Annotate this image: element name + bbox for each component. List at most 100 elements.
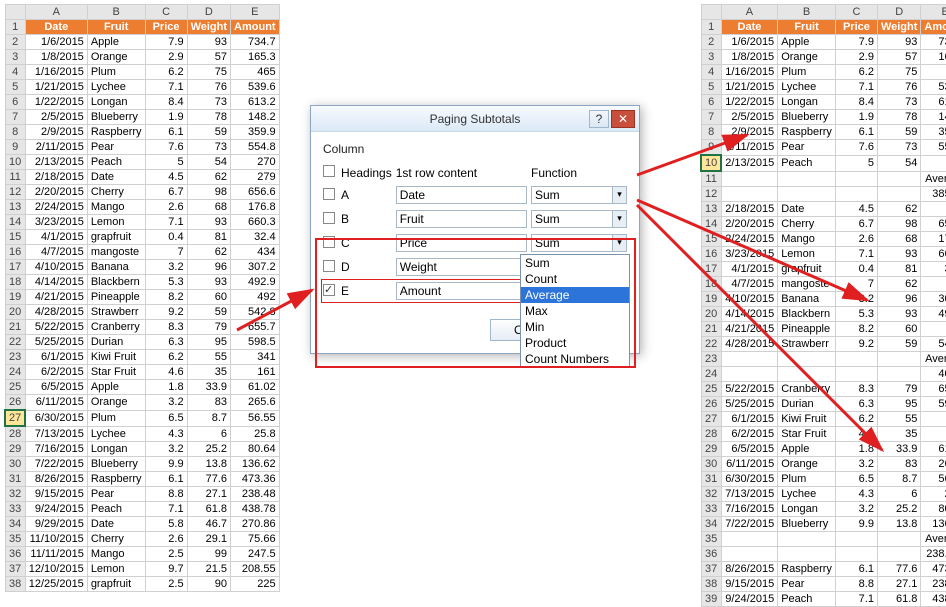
cell[interactable]: Cherry bbox=[778, 217, 836, 232]
cell[interactable]: 59 bbox=[877, 125, 920, 140]
cell[interactable]: 68 bbox=[187, 200, 230, 215]
cell[interactable]: Orange bbox=[778, 50, 836, 65]
cell[interactable]: 4/1/2015 bbox=[721, 262, 777, 277]
cell[interactable]: 176.8 bbox=[921, 232, 946, 247]
cell[interactable]: 613.2 bbox=[231, 95, 280, 110]
cell[interactable]: 1/16/2015 bbox=[25, 65, 87, 80]
cell[interactable]: 9.2 bbox=[145, 305, 187, 320]
cell[interactable]: 7.9 bbox=[145, 35, 187, 50]
cell[interactable]: 6.2 bbox=[145, 65, 187, 80]
cell[interactable]: 7/16/2015 bbox=[25, 442, 87, 457]
table-header[interactable]: Amount bbox=[231, 20, 280, 35]
cell[interactable]: 2.9 bbox=[145, 50, 187, 65]
cell[interactable]: Plum bbox=[87, 65, 145, 80]
cell[interactable]: 6.1 bbox=[835, 562, 877, 577]
cell[interactable]: 539.6 bbox=[231, 80, 280, 95]
row-header[interactable]: 6 bbox=[5, 95, 25, 110]
cell[interactable]: 225 bbox=[231, 577, 280, 592]
row-header[interactable]: 28 bbox=[5, 426, 25, 442]
cell[interactable]: Mango bbox=[87, 200, 145, 215]
cell[interactable]: 8.7 bbox=[877, 472, 920, 487]
cell[interactable]: 279 bbox=[231, 170, 280, 185]
table-header[interactable]: Weight bbox=[877, 20, 920, 35]
cell[interactable]: 307.2 bbox=[921, 292, 946, 307]
cell[interactable]: 2/20/2015 bbox=[721, 217, 777, 232]
cell[interactable]: 5/22/2015 bbox=[721, 382, 777, 397]
cell[interactable]: Blueberry bbox=[87, 457, 145, 472]
cell[interactable]: 54 bbox=[187, 155, 230, 170]
row-header[interactable]: 4 bbox=[5, 65, 25, 80]
row-header[interactable]: 15 bbox=[701, 232, 721, 247]
cell[interactable]: 9/24/2015 bbox=[25, 502, 87, 517]
cell[interactable]: Date bbox=[87, 517, 145, 532]
column-content-input[interactable] bbox=[396, 258, 527, 276]
cell[interactable]: 62 bbox=[187, 170, 230, 185]
row-header[interactable]: 6 bbox=[701, 95, 721, 110]
cell[interactable]: Longan bbox=[778, 95, 836, 110]
row-header[interactable]: 31 bbox=[5, 472, 25, 487]
cell[interactable]: 238.48 bbox=[231, 487, 280, 502]
cell[interactable]: 3.2 bbox=[145, 260, 187, 275]
cell[interactable]: 1/8/2015 bbox=[721, 50, 777, 65]
cell[interactable]: 270 bbox=[921, 155, 946, 171]
cell[interactable]: Blueberry bbox=[778, 517, 836, 532]
cell[interactable]: 9/15/2015 bbox=[25, 487, 87, 502]
row-header[interactable]: 21 bbox=[701, 322, 721, 337]
cell[interactable]: 660.3 bbox=[921, 247, 946, 262]
cell[interactable]: 8.4 bbox=[835, 95, 877, 110]
cell[interactable]: 27.1 bbox=[877, 577, 920, 592]
cell[interactable]: 35 bbox=[187, 365, 230, 380]
cell[interactable]: 165.3 bbox=[921, 50, 946, 65]
cell[interactable]: 136.62 bbox=[921, 517, 946, 532]
table-header[interactable]: Fruit bbox=[87, 20, 145, 35]
cell[interactable]: 29.1 bbox=[187, 532, 230, 547]
cell[interactable]: 3.2 bbox=[835, 457, 877, 472]
row-header[interactable]: 26 bbox=[701, 397, 721, 412]
cell[interactable]: 6.2 bbox=[835, 65, 877, 80]
cell[interactable]: Peach bbox=[778, 592, 836, 607]
cell[interactable]: 438.78 bbox=[231, 502, 280, 517]
cell[interactable]: 4/14/2015 bbox=[721, 307, 777, 322]
row-header[interactable]: 39 bbox=[701, 592, 721, 607]
cell[interactable]: 4/28/2015 bbox=[25, 305, 87, 320]
cell[interactable]: 6/11/2015 bbox=[721, 457, 777, 472]
row-header[interactable]: 17 bbox=[701, 262, 721, 277]
cell[interactable]: 6.3 bbox=[145, 335, 187, 350]
cell[interactable]: 4.6 bbox=[145, 365, 187, 380]
column-content-input[interactable] bbox=[396, 186, 527, 204]
dropdown-option[interactable]: Count bbox=[521, 271, 629, 287]
cell[interactable]: 1.8 bbox=[835, 442, 877, 457]
table-header[interactable]: Date bbox=[721, 20, 777, 35]
cell[interactable]: 1.9 bbox=[835, 110, 877, 125]
cell[interactable]: 32.4 bbox=[921, 262, 946, 277]
cell[interactable]: 8.2 bbox=[835, 322, 877, 337]
row-header[interactable]: 22 bbox=[701, 337, 721, 352]
cell[interactable]: 0.4 bbox=[835, 262, 877, 277]
cell[interactable]: 734.7 bbox=[921, 35, 946, 50]
cell[interactable]: 75.66 bbox=[231, 532, 280, 547]
row-header[interactable]: 15 bbox=[5, 230, 25, 245]
table-header[interactable]: Amount bbox=[921, 20, 946, 35]
cell[interactable]: 5.3 bbox=[145, 275, 187, 290]
cell[interactable]: 5.8 bbox=[145, 517, 187, 532]
cell[interactable]: 2/20/2015 bbox=[25, 185, 87, 200]
left-spreadsheet[interactable]: ABCDE1DateFruitPriceWeightAmount21/6/201… bbox=[4, 4, 280, 592]
cell[interactable]: 1/16/2015 bbox=[721, 65, 777, 80]
row-header[interactable]: 13 bbox=[5, 200, 25, 215]
cell[interactable]: 4.3 bbox=[835, 487, 877, 502]
dropdown-option[interactable]: Min bbox=[521, 319, 629, 335]
cell[interactable]: 57 bbox=[877, 50, 920, 65]
cell[interactable]: 7/13/2015 bbox=[721, 487, 777, 502]
cell[interactable]: Longan bbox=[87, 95, 145, 110]
cell[interactable]: 9/24/2015 bbox=[721, 592, 777, 607]
cell[interactable]: 270.86 bbox=[231, 517, 280, 532]
cell[interactable]: 8.4 bbox=[145, 95, 187, 110]
dialog-titlebar[interactable]: Paging Subtotals ? ✕ bbox=[311, 106, 639, 132]
cell[interactable]: 9/15/2015 bbox=[721, 577, 777, 592]
row-header[interactable]: 23 bbox=[701, 352, 721, 367]
cell[interactable]: 33.9 bbox=[187, 380, 230, 395]
cell[interactable]: 3/23/2015 bbox=[721, 247, 777, 262]
cell[interactable]: 656.6 bbox=[921, 217, 946, 232]
cell[interactable]: Mango bbox=[87, 547, 145, 562]
cell[interactable]: 6.1 bbox=[835, 125, 877, 140]
